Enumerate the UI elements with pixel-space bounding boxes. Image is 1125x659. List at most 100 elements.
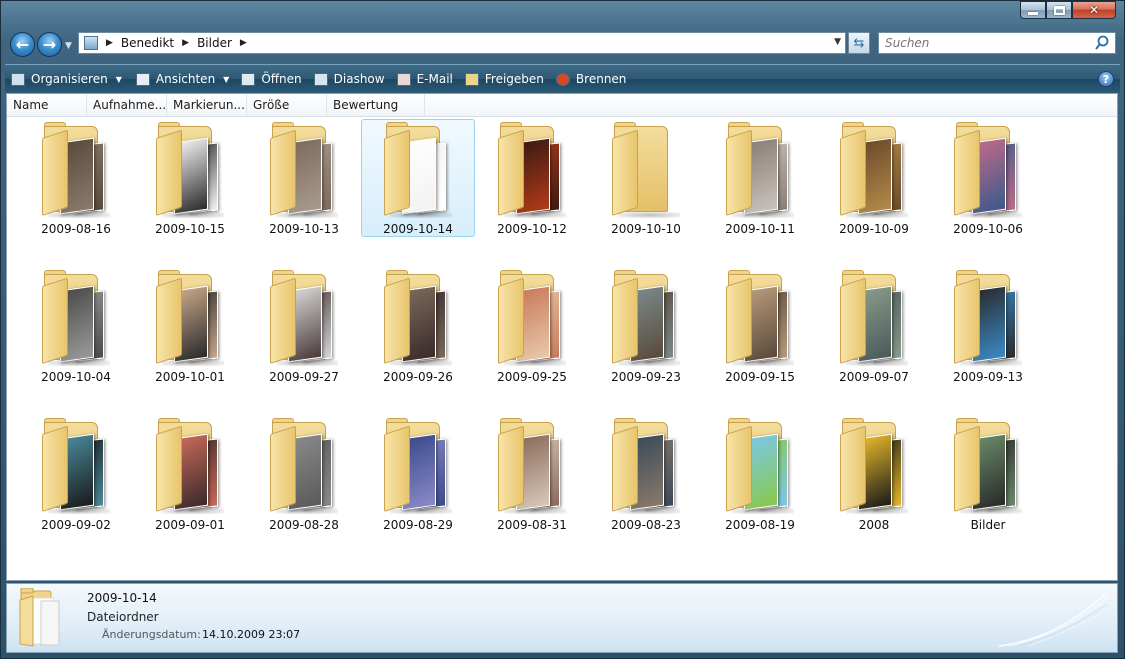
folder-item[interactable]: 2009-09-23 (589, 267, 703, 385)
close-icon: ✕ (1088, 3, 1100, 17)
back-button[interactable]: ← (10, 32, 35, 57)
folder-item[interactable]: 2009-09-01 (133, 415, 247, 533)
folder-item[interactable]: 2009-09-25 (475, 267, 589, 385)
toolbar-organize-button[interactable]: Organisieren ▼ (5, 65, 128, 94)
help-icon[interactable]: ? (1098, 71, 1114, 87)
maximize-icon (1053, 5, 1065, 15)
folder-icon (834, 270, 914, 366)
folder-item[interactable]: 2008 (817, 415, 931, 533)
folder-item[interactable]: Bilder (931, 415, 1045, 533)
folder-icon (378, 270, 458, 366)
folder-item[interactable]: 2009-10-14 (361, 119, 475, 237)
folder-item[interactable]: 2009-10-11 (703, 119, 817, 237)
folder-item[interactable]: 2009-09-07 (817, 267, 931, 385)
folder-front (384, 277, 410, 364)
folder-shadow (732, 360, 794, 366)
folder-item[interactable]: 2009-08-31 (475, 415, 589, 533)
folder-shadow (960, 212, 1022, 218)
folder-shadow (162, 212, 224, 218)
folder-icon (948, 122, 1028, 218)
toolbar-views-button[interactable]: Ansichten ▼ (130, 65, 235, 94)
folder-icon (606, 418, 686, 514)
folder-icon (720, 122, 800, 218)
chevron-right-icon[interactable]: ▶ (182, 38, 189, 48)
folder-item[interactable]: 2009-10-09 (817, 119, 931, 237)
chevron-right-icon[interactable]: ▶ (240, 38, 247, 48)
folder-item[interactable]: 2009-09-26 (361, 267, 475, 385)
window-controls: ✕ (1020, 1, 1116, 19)
folder-item[interactable]: 2009-08-19 (703, 415, 817, 533)
toolbar-email-button[interactable]: E-Mail (391, 65, 459, 94)
toolbar-share-button[interactable]: Freigeben (459, 65, 550, 94)
close-button[interactable]: ✕ (1072, 1, 1116, 19)
folder-name: 2009-10-09 (839, 222, 909, 236)
folder-shadow (390, 508, 452, 514)
folder-item[interactable]: 2009-10-15 (133, 119, 247, 237)
breadcrumb-benedikt[interactable]: Benedikt (121, 36, 174, 50)
slideshow-icon (313, 72, 328, 86)
folder-icon (948, 270, 1028, 366)
column-tags[interactable]: Markierun... (167, 94, 247, 117)
forward-button[interactable]: → (37, 32, 62, 57)
folder-item[interactable]: 2009-08-16 (19, 119, 133, 237)
folder-front (840, 277, 866, 364)
folder-item[interactable]: 2009-10-06 (931, 119, 1045, 237)
search-box[interactable] (878, 32, 1116, 54)
folder-item[interactable]: 2009-08-29 (361, 415, 475, 533)
refresh-button[interactable]: ⇆ (848, 32, 870, 54)
folder-item[interactable]: 2009-09-27 (247, 267, 361, 385)
folder-name: 2008 (858, 518, 890, 532)
folder-item[interactable]: 2009-09-02 (19, 415, 133, 533)
chevron-down-icon[interactable]: ▼ (223, 75, 229, 84)
folder-item[interactable]: 2009-10-01 (133, 267, 247, 385)
folder-icon (36, 270, 116, 366)
folder-front (954, 425, 980, 512)
minimize-button[interactable] (1020, 1, 1046, 19)
organize-icon (11, 72, 25, 86)
folder-shadow (48, 508, 110, 514)
folder-front (384, 129, 410, 216)
chevron-right-icon[interactable]: ▶ (106, 38, 113, 48)
column-rating[interactable]: Bewertung (327, 94, 425, 117)
folder-item[interactable]: 2009-10-13 (247, 119, 361, 237)
folder-shadow (732, 212, 794, 218)
folder-name: 2009-10-06 (953, 222, 1023, 236)
folder-item[interactable]: 2009-10-12 (475, 119, 589, 237)
folder-item[interactable]: 2009-09-15 (703, 267, 817, 385)
breadcrumb-bilder[interactable]: Bilder (197, 36, 232, 50)
folder-shadow (276, 360, 338, 366)
toolbar-burn-button[interactable]: Brennen (550, 65, 632, 94)
toolbar-open-button[interactable]: Öffnen (235, 65, 307, 94)
folder-front (270, 425, 296, 512)
search-input[interactable] (885, 36, 1085, 50)
folder-name: 2009-10-04 (41, 370, 111, 384)
search-icon[interactable] (1094, 35, 1110, 51)
folder-shadow (732, 508, 794, 514)
folder-name: 2009-08-16 (41, 222, 111, 236)
details-pane: 2009-10-14 Dateiordner Änderungsdatum: 1… (6, 583, 1118, 653)
column-date-taken[interactable]: Aufnahme... (87, 94, 167, 117)
address-bar[interactable]: ▶ Benedikt ▶ Bilder ▶ ▼ (78, 32, 846, 54)
folder-grid: 2009-08-16 2009-10-15 2009-10-13 2009-10-14… (19, 119, 1109, 563)
folder-item[interactable]: 2009-08-28 (247, 415, 361, 533)
folder-front (498, 425, 524, 512)
selected-item-name: 2009-10-14 (87, 591, 157, 605)
toolbar-slideshow-button[interactable]: Diashow (308, 65, 391, 94)
folder-item[interactable]: 2009-09-13 (931, 267, 1045, 385)
file-list-pane: Name Aufnahme... Markierun... Größe Bewe… (6, 93, 1118, 581)
address-dropdown-icon[interactable]: ▼ (834, 37, 841, 47)
folder-name: 2009-10-14 (383, 222, 453, 236)
folder-icon (378, 418, 458, 514)
folder-item[interactable]: 2009-10-04 (19, 267, 133, 385)
folder-front (498, 129, 524, 216)
folder-item[interactable]: 2009-08-23 (589, 415, 703, 533)
chevron-down-icon[interactable]: ▼ (116, 75, 122, 84)
column-name[interactable]: Name (7, 94, 87, 117)
folder-name: 2009-08-23 (611, 518, 681, 532)
folder-icon (264, 418, 344, 514)
maximize-button[interactable] (1046, 1, 1072, 19)
folder-icon (492, 122, 572, 218)
folder-item[interactable]: 2009-10-10 (589, 119, 703, 237)
column-size[interactable]: Größe (247, 94, 327, 117)
recent-pages-dropdown[interactable]: ▼ (65, 41, 72, 51)
